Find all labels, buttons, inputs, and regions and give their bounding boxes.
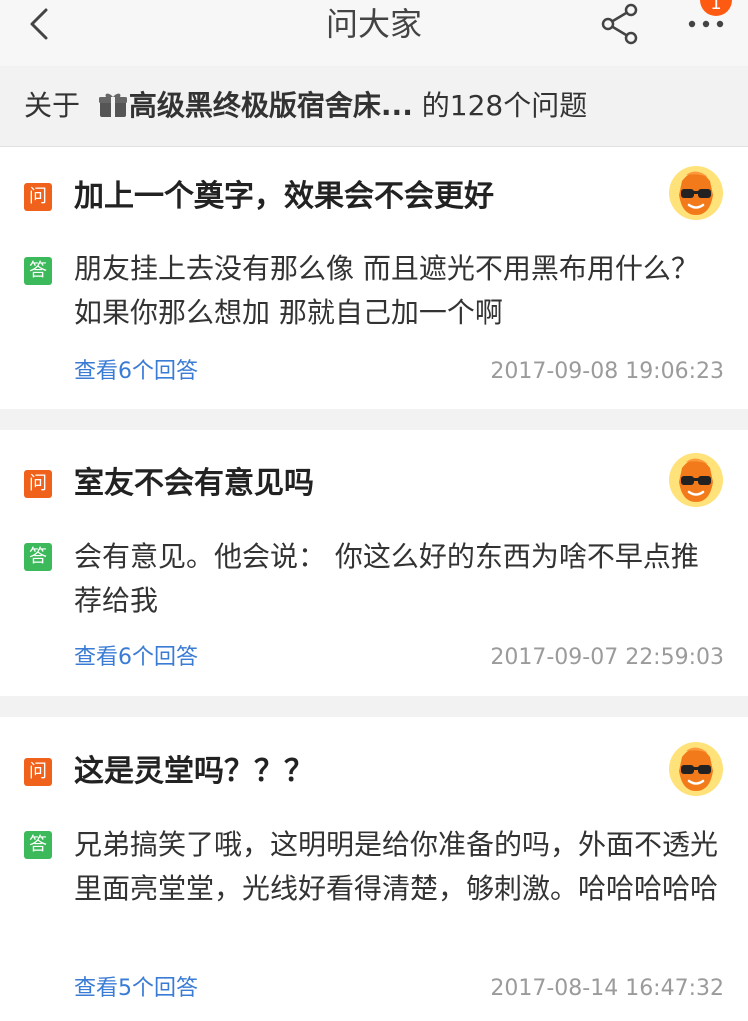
question-card[interactable]: 问 室友不会有意见吗 答 会有意见。他会说： 你这么好的东西为啥不早点推荐给我 … [0, 430, 748, 696]
timestamp: 2017-09-08 19:06:23 [490, 359, 724, 384]
nav-bar: 问大家 1 [0, 0, 748, 66]
view-answers-link[interactable]: 查看6个回答 [74, 643, 198, 673]
answer-tag: 答 [24, 831, 52, 859]
question-text[interactable]: 室友不会有意见吗 [74, 464, 314, 504]
question-card[interactable]: 问 加上一个奠字，效果会不会更好 答 朋友挂上去没有那么像 而且遮光不用黑布用什… [0, 147, 748, 409]
question-text[interactable]: 这是灵堂吗？？？ [74, 752, 314, 792]
subheader-prefix: 关于 [24, 89, 81, 122]
answer-text: 朋友挂上去没有那么像 而且遮光不用黑布用什么？如果你那么想加 那就自己加一个啊 [74, 252, 699, 329]
question-text[interactable]: 加上一个奠字，效果会不会更好 [74, 177, 494, 217]
timestamp: 2017-08-14 16:47:32 [490, 976, 724, 1001]
gift-box-icon [98, 93, 127, 117]
question-tag: 问 [24, 470, 52, 498]
answer-text: 兄弟搞笑了哦，这明明是给你准备的吗，外面不透光里面亮堂堂，光线好看得清楚，够刺激… [74, 828, 719, 905]
avatar [669, 742, 723, 796]
question-tag: 问 [24, 183, 52, 211]
subheader-suffix: 的128个问题 [421, 89, 588, 122]
answer-tag: 答 [24, 257, 52, 285]
question-tag: 问 [24, 758, 52, 786]
avatar [669, 453, 723, 507]
answer-text: 会有意见。他会说： 你这么好的东西为啥不早点推荐给我 [74, 540, 699, 617]
answer-tag: 答 [24, 543, 52, 571]
avatar [669, 166, 723, 220]
product-name[interactable]: 高级黑终极版宿舍床... [129, 89, 413, 122]
question-summary-header: 关于 高级黑终极版宿舍床... 的128个问题 [0, 66, 748, 147]
question-card[interactable]: 问 这是灵堂吗？？？ 答 兄弟搞笑了哦，这明明是给你准备的吗，外面不透光里面亮堂… [0, 717, 748, 1021]
view-answers-link[interactable]: 查看5个回答 [74, 974, 198, 1004]
timestamp: 2017-09-07 22:59:03 [490, 645, 724, 670]
share-icon[interactable] [598, 2, 642, 46]
view-answers-link[interactable]: 查看6个回答 [74, 357, 198, 387]
